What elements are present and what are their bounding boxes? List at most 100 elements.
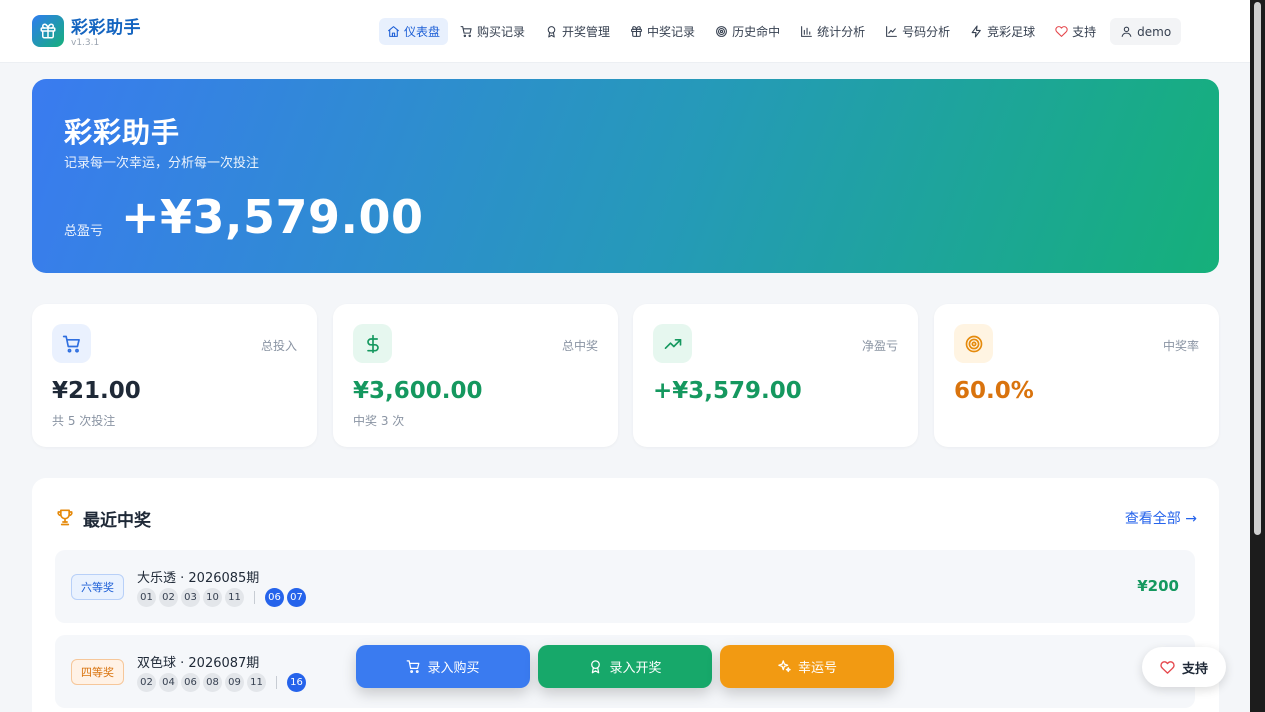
hero-subtitle: 记录每一次幸运，分析每一次投注 [64, 156, 260, 171]
page-scrollbar[interactable] [1250, 0, 1265, 712]
back-ball: 07 [287, 588, 306, 607]
dollar-icon [366, 334, 379, 353]
home-icon [388, 26, 399, 37]
stat-label: 净盈亏 [861, 339, 898, 353]
win-row[interactable]: 六等奖 大乐透 · 2026085期 01 02 03 10 11 06 07 … [55, 550, 1195, 623]
bar-chart-icon [801, 26, 812, 37]
cart-icon [407, 660, 420, 673]
gift-icon [631, 26, 642, 37]
nav-item-stats[interactable]: 统计分析 [792, 18, 873, 45]
nav-label: 支持 [1072, 25, 1097, 39]
number-balls: 01 02 03 10 11 06 07 [137, 588, 309, 607]
brand-version: v1.3.1 [71, 38, 100, 48]
front-ball: 02 [159, 588, 178, 607]
prize-badge: 六等奖 [71, 574, 124, 600]
target-icon [716, 26, 727, 37]
stat-icon-box [353, 324, 392, 363]
nav-item-football[interactable]: 竞彩足球 [962, 18, 1043, 45]
front-ball: 11 [225, 588, 244, 607]
back-ball: 16 [287, 673, 306, 692]
main-nav: 仪表盘 购买记录 开奖管理 中奖记录 历史命中 统计分析 号码分析 竞彩足球 支… [379, 18, 1185, 45]
sparkles-icon [778, 660, 791, 673]
trophy-icon [57, 509, 73, 526]
app-logo[interactable] [32, 15, 64, 47]
front-ball: 03 [181, 588, 200, 607]
back-ball: 06 [265, 588, 284, 607]
cart-icon [460, 26, 472, 38]
target-icon [965, 335, 982, 352]
nav-item-wins[interactable]: 中奖记录 [622, 18, 703, 45]
stat-label: 总投入 [260, 339, 297, 353]
gift-icon [40, 23, 56, 39]
cart-icon [62, 335, 80, 353]
stat-card-total-spent: 总投入 ¥21.00 共 5 次投注 [32, 304, 317, 447]
add-draw-button[interactable]: 录入开奖 [538, 645, 712, 688]
stat-value: 60.0% [954, 378, 1034, 404]
nav-item-support[interactable]: 支持 [1047, 18, 1104, 45]
hero-title: 彩彩助手 [64, 116, 181, 149]
stat-label: 总中奖 [561, 339, 598, 353]
trending-up-icon [664, 338, 681, 349]
front-ball: 04 [159, 673, 178, 692]
stat-value: ¥21.00 [52, 378, 141, 404]
fab-label: 录入开奖 [609, 661, 662, 676]
heart-icon [1055, 26, 1068, 37]
win-amount: ¥200 [1137, 577, 1179, 595]
front-ball: 11 [247, 673, 266, 692]
stat-icon-box [52, 324, 91, 363]
user-icon [1121, 26, 1132, 37]
nav-item-dashboard[interactable]: 仪表盘 [379, 18, 449, 45]
nav-item-purchases[interactable]: 购买记录 [452, 18, 533, 45]
user-name: demo [1137, 24, 1172, 39]
award-icon [547, 26, 556, 38]
top-header: 彩彩助手 v1.3.1 仪表盘 购买记录 开奖管理 中奖记录 历史命中 统计分析… [0, 0, 1250, 63]
stat-sub: 共 5 次投注 [52, 414, 116, 428]
nav-label: 开奖管理 [562, 25, 611, 39]
front-ball: 01 [137, 588, 156, 607]
view-all-link[interactable]: 查看全部 → [1125, 508, 1197, 528]
nav-label: 竞彩足球 [987, 25, 1036, 39]
zap-icon [971, 25, 981, 38]
ball-separator [254, 591, 255, 604]
user-menu[interactable]: demo [1110, 18, 1182, 45]
hero-banner: 彩彩助手 记录每一次幸运，分析每一次投注 总盈亏 +¥3,579.00 [32, 79, 1219, 273]
nav-label: 统计分析 [817, 25, 866, 39]
front-ball: 10 [203, 588, 222, 607]
brand-name: 彩彩助手 [71, 18, 141, 38]
front-ball: 06 [181, 673, 200, 692]
lucky-number-button[interactable]: 幸运号 [720, 645, 894, 688]
fab-label: 幸运号 [797, 661, 837, 676]
front-ball: 08 [203, 673, 222, 692]
stat-card-net-profit: 净盈亏 +¥3,579.00 [633, 304, 918, 447]
stat-value: ¥3,600.00 [353, 378, 483, 404]
prize-badge: 四等奖 [71, 659, 124, 685]
add-purchase-button[interactable]: 录入购买 [356, 645, 530, 688]
stat-sub: 中奖 3 次 [353, 414, 405, 428]
total-profit-value: +¥3,579.00 [121, 190, 424, 244]
nav-label: 中奖记录 [647, 25, 696, 39]
number-balls: 02 04 06 08 09 11 16 [137, 673, 309, 692]
fab-label: 录入购买 [427, 661, 480, 676]
stat-card-win-rate: 中奖率 60.0% [934, 304, 1219, 447]
award-icon [591, 660, 601, 674]
nav-label: 号码分析 [902, 25, 951, 39]
nav-item-history[interactable]: 历史命中 [707, 18, 788, 45]
stat-value: +¥3,579.00 [653, 378, 802, 404]
stat-icon-box [954, 324, 993, 363]
stat-icon-box [653, 324, 692, 363]
support-float-button[interactable]: 支持 [1142, 647, 1226, 687]
front-ball: 09 [225, 673, 244, 692]
heart-icon [1160, 660, 1175, 674]
win-title: 大乐透 · 2026085期 [137, 571, 260, 586]
line-chart-icon [886, 26, 898, 37]
nav-label: 购买记录 [477, 25, 526, 39]
win-title: 双色球 · 2026087期 [137, 656, 260, 671]
front-ball: 02 [137, 673, 156, 692]
total-profit-label: 总盈亏 [64, 224, 104, 239]
stat-label: 中奖率 [1162, 339, 1199, 353]
scrollbar-thumb[interactable] [1254, 2, 1261, 535]
support-label: 支持 [1181, 661, 1208, 677]
nav-item-numbers[interactable]: 号码分析 [877, 18, 958, 45]
nav-item-draws[interactable]: 开奖管理 [537, 18, 618, 45]
dashboard-page: 彩彩助手 v1.3.1 仪表盘 购买记录 开奖管理 中奖记录 历史命中 统计分析… [0, 0, 1265, 712]
